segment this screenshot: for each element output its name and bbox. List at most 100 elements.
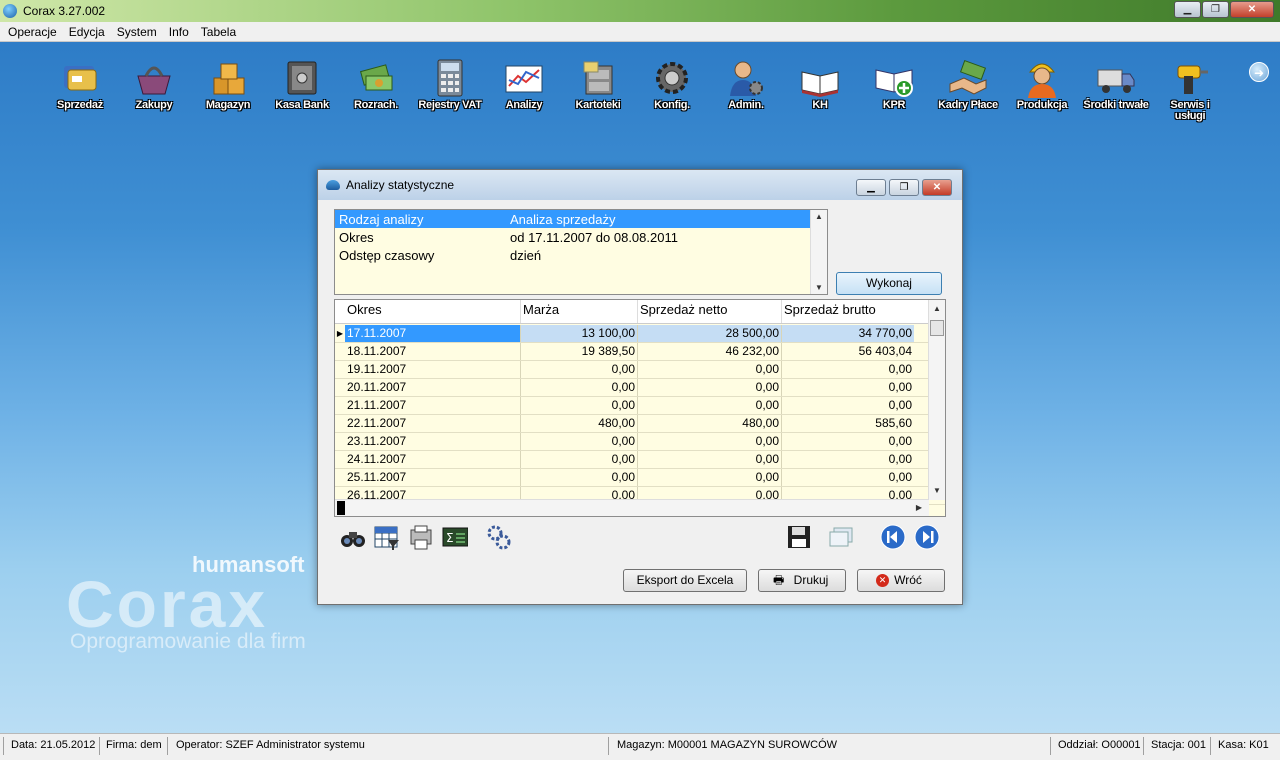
cell-okres[interactable]: 19.11.2007 — [345, 361, 521, 378]
scroll-down-icon[interactable]: ▼ — [811, 283, 827, 292]
toolbar-rozrach[interactable]: Rozrach. — [340, 58, 412, 111]
cell-marza[interactable]: 13 100,00 — [521, 325, 638, 342]
table-row[interactable]: 19.11.2007 0,00 0,00 0,00 — [335, 361, 945, 379]
maximize-button[interactable]: ❐ — [1202, 1, 1229, 18]
toolbar-next-arrow-icon[interactable]: ➜ — [1249, 62, 1269, 82]
cell-brutto[interactable]: 0,00 — [782, 433, 914, 450]
close-button[interactable]: ✕ — [1230, 1, 1274, 18]
cell-netto[interactable]: 0,00 — [638, 433, 782, 450]
toolbar-rejestry-vat[interactable]: Rejestry VAT — [414, 58, 486, 111]
cell-marza[interactable]: 0,00 — [521, 469, 638, 486]
export-excel-button[interactable]: Eksport do Excela — [623, 569, 747, 592]
toolbar-kartoteki[interactable]: Kartoteki — [562, 58, 634, 111]
menu-info[interactable]: Info — [163, 25, 195, 39]
cell-netto[interactable]: 0,00 — [638, 379, 782, 396]
save-icon[interactable] — [786, 524, 812, 550]
settings-gears-icon[interactable] — [486, 524, 512, 550]
toolbar-konfig[interactable]: Konfig. — [636, 58, 708, 111]
scroll-down-icon[interactable]: ▼ — [929, 484, 945, 498]
cell-marza[interactable]: 0,00 — [521, 361, 638, 378]
copy-windows-icon[interactable] — [828, 524, 854, 550]
table-row[interactable]: 21.11.2007 0,00 0,00 0,00 — [335, 397, 945, 415]
toolbar-magazyn[interactable]: Magazyn — [192, 58, 264, 111]
cell-netto[interactable]: 0,00 — [638, 361, 782, 378]
binoculars-icon[interactable] — [340, 524, 366, 550]
table-row[interactable]: 20.11.2007 0,00 0,00 0,00 — [335, 379, 945, 397]
dialog-maximize-button[interactable]: ❐ — [889, 179, 919, 196]
toolbar-zakupy[interactable]: Zakupy — [118, 58, 190, 111]
toolbar-admin[interactable]: Admin. — [710, 58, 782, 111]
cell-okres[interactable]: 22.11.2007 — [345, 415, 521, 432]
print-button[interactable]: 🖶 Drukuj — [758, 569, 846, 592]
param-row-period[interactable]: Okres od 17.11.2007 do 08.08.2011 — [335, 228, 827, 246]
cell-brutto[interactable]: 34 770,00 — [782, 325, 914, 342]
menu-tabela[interactable]: Tabela — [195, 25, 242, 39]
cell-brutto[interactable]: 0,00 — [782, 397, 914, 414]
table-filter-icon[interactable] — [374, 524, 400, 550]
menu-edycja[interactable]: Edycja — [63, 25, 111, 39]
toolbar-kh[interactable]: KH — [784, 58, 856, 111]
cell-marza[interactable]: 0,00 — [521, 451, 638, 468]
cell-brutto[interactable]: 0,00 — [782, 451, 914, 468]
table-row[interactable]: 18.11.2007 19 389,50 46 232,00 56 403,04 — [335, 343, 945, 361]
param-row-interval[interactable]: Odstęp czasowy dzień — [335, 246, 827, 264]
column-header-marza[interactable]: Marża — [521, 300, 638, 323]
table-row[interactable]: 23.11.2007 0,00 0,00 0,00 — [335, 433, 945, 451]
grid-horizontal-scrollbar[interactable]: ▶ — [335, 499, 929, 516]
minimize-button[interactable]: ▁ — [1174, 1, 1201, 18]
cell-brutto[interactable]: 0,00 — [782, 469, 914, 486]
cell-netto[interactable]: 480,00 — [638, 415, 782, 432]
dialog-minimize-button[interactable]: ▁ — [856, 179, 886, 196]
param-row-analysis-type[interactable]: Rodzaj analizy Analiza sprzedaży — [335, 210, 827, 228]
cell-okres[interactable]: 21.11.2007 — [345, 397, 521, 414]
cell-brutto[interactable]: 0,00 — [782, 379, 914, 396]
last-record-icon[interactable] — [914, 524, 940, 550]
toolbar-kadry-place[interactable]: Kadry Płace — [932, 58, 1004, 111]
toolbar-kpr[interactable]: KPR — [858, 58, 930, 111]
scroll-thumb[interactable] — [353, 502, 907, 514]
cell-netto[interactable]: 0,00 — [638, 469, 782, 486]
cell-marza[interactable]: 19 389,50 — [521, 343, 638, 360]
cell-brutto[interactable]: 585,60 — [782, 415, 914, 432]
column-header-sprzedaz-brutto[interactable]: Sprzedaż brutto — [782, 300, 914, 323]
execute-button[interactable]: Wykonaj — [836, 272, 942, 295]
cell-brutto[interactable]: 0,00 — [782, 361, 914, 378]
scroll-up-icon[interactable]: ▲ — [811, 212, 827, 221]
cell-netto[interactable]: 0,00 — [638, 451, 782, 468]
toolbar-sprzedaz[interactable]: Sprzedaż — [44, 58, 116, 111]
toolbar-produkcja[interactable]: Produkcja — [1006, 58, 1078, 111]
scroll-left-icon[interactable] — [337, 501, 345, 515]
cell-okres[interactable]: 23.11.2007 — [345, 433, 521, 450]
cell-marza[interactable]: 0,00 — [521, 433, 638, 450]
cell-okres[interactable]: 17.11.2007 — [345, 325, 521, 342]
cell-okres[interactable]: 24.11.2007 — [345, 451, 521, 468]
cell-okres[interactable]: 20.11.2007 — [345, 379, 521, 396]
table-row[interactable]: 22.11.2007 480,00 480,00 585,60 — [335, 415, 945, 433]
back-button[interactable]: ✕ Wróć — [857, 569, 945, 592]
table-row[interactable]: 25.11.2007 0,00 0,00 0,00 — [335, 469, 945, 487]
scroll-right-icon[interactable]: ▶ — [911, 501, 927, 515]
sum-icon[interactable]: Σ — [442, 524, 469, 550]
cell-okres[interactable]: 25.11.2007 — [345, 469, 521, 486]
params-scrollbar[interactable]: ▲ ▼ — [810, 210, 827, 294]
column-header-sprzedaz-netto[interactable]: Sprzedaż netto — [638, 300, 782, 323]
toolbar-kasa-bank[interactable]: Kasa Bank — [266, 58, 338, 111]
cell-netto[interactable]: 28 500,00 — [638, 325, 782, 342]
toolbar-serwis[interactable]: Serwis i usługi — [1154, 58, 1226, 122]
cell-marza[interactable]: 480,00 — [521, 415, 638, 432]
dialog-close-button[interactable]: ✕ — [922, 179, 952, 196]
table-row[interactable]: 24.11.2007 0,00 0,00 0,00 — [335, 451, 945, 469]
print-preview-icon[interactable] — [408, 524, 434, 550]
scroll-thumb[interactable] — [930, 320, 944, 336]
grid-vertical-scrollbar[interactable]: ▲ ▼ — [928, 300, 945, 500]
toolbar-srodki-trwale[interactable]: Środki trwałe — [1080, 58, 1152, 111]
menu-operacje[interactable]: Operacje — [2, 25, 63, 39]
menu-system[interactable]: System — [111, 25, 163, 39]
toolbar-analizy[interactable]: Analizy — [488, 58, 560, 111]
cell-netto[interactable]: 0,00 — [638, 397, 782, 414]
table-row[interactable]: ▶ 17.11.2007 13 100,00 28 500,00 34 770,… — [335, 325, 945, 343]
cell-marza[interactable]: 0,00 — [521, 397, 638, 414]
cell-brutto[interactable]: 56 403,04 — [782, 343, 914, 360]
cell-netto[interactable]: 46 232,00 — [638, 343, 782, 360]
cell-okres[interactable]: 18.11.2007 — [345, 343, 521, 360]
